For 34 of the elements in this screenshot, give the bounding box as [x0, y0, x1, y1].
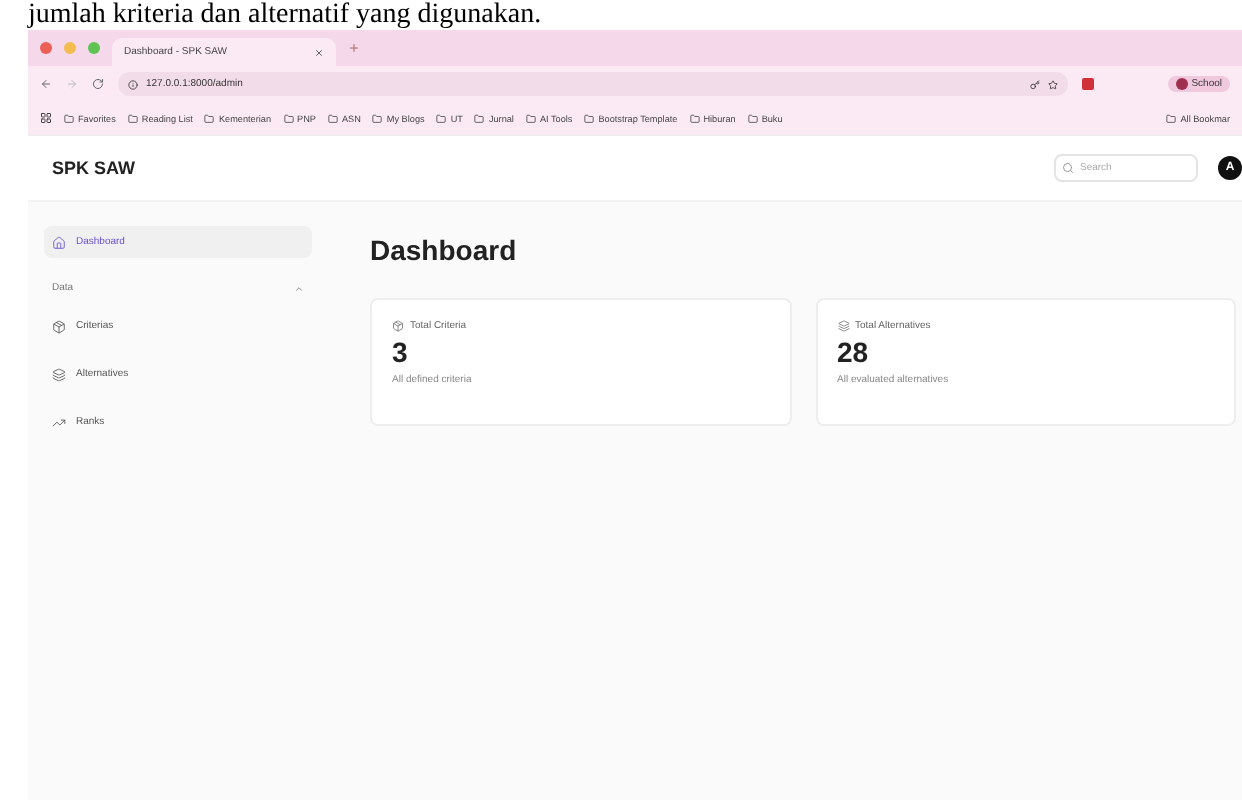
minimize-dot[interactable]	[64, 42, 76, 54]
layers-icon	[837, 320, 849, 332]
maximize-dot[interactable]	[88, 42, 100, 54]
apps-icon[interactable]	[40, 112, 52, 124]
folder-icon	[747, 113, 758, 123]
folder-icon	[584, 113, 595, 123]
search-icon	[1062, 162, 1074, 174]
folder-icon	[1166, 113, 1177, 123]
folder-icon	[372, 113, 383, 123]
app-brand: SPK SAW	[52, 158, 138, 178]
folder-icon	[474, 113, 485, 123]
folder-icon	[327, 113, 338, 123]
stat-value: 28	[837, 338, 871, 368]
extension-icon[interactable]	[1082, 78, 1094, 90]
caption-text: jumlah kriteria dan alternatif yang digunakan.	[28, 0, 542, 30]
page-title: Dashboard	[370, 232, 519, 270]
folder-icon	[127, 113, 138, 123]
stat-value: 3	[392, 338, 410, 368]
home-icon	[52, 235, 66, 249]
folder-icon	[525, 113, 536, 123]
new-tab-icon[interactable]	[348, 42, 360, 54]
folder-icon	[436, 113, 447, 123]
folder-icon	[689, 113, 700, 123]
trend-icon	[52, 415, 66, 429]
folder-icon	[64, 113, 74, 123]
box-icon	[392, 320, 404, 332]
back-icon[interactable]	[40, 78, 52, 90]
chevron-icon	[294, 283, 304, 293]
folder-icon	[283, 113, 293, 123]
close-dot[interactable]	[40, 42, 52, 54]
folder-icon	[204, 113, 215, 123]
box-icon	[52, 319, 66, 333]
reload-icon[interactable]	[92, 78, 104, 90]
layers-icon	[52, 367, 66, 381]
